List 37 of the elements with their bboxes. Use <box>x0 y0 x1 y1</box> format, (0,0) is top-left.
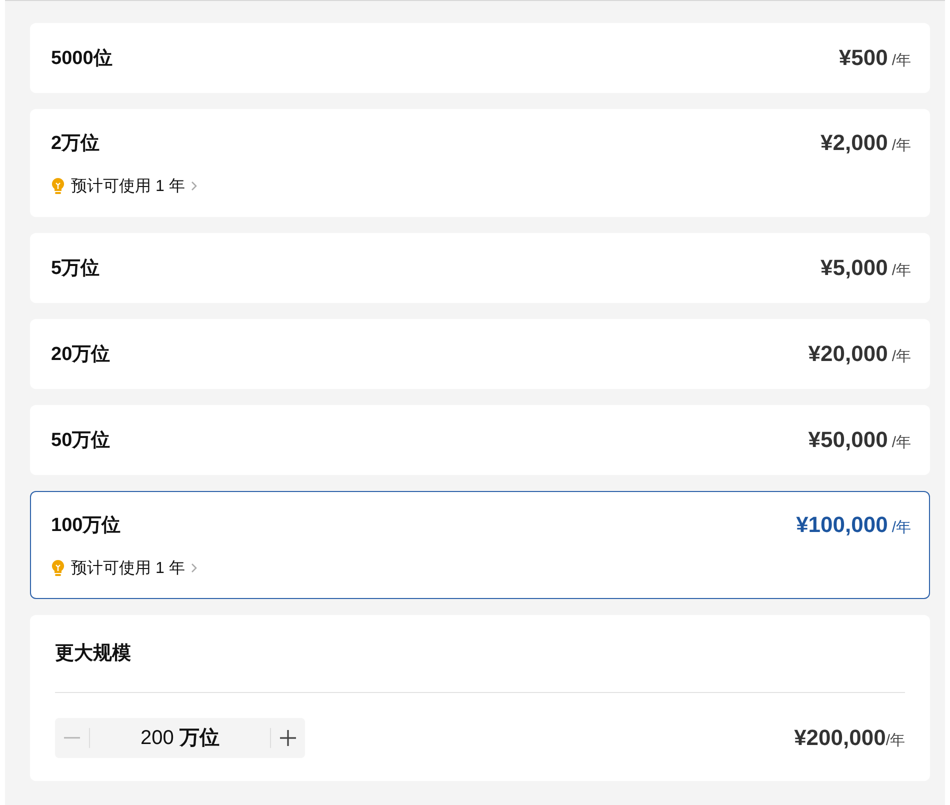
minus-icon <box>64 737 80 739</box>
plan-card[interactable]: 5000位 ¥500 /年 <box>30 23 930 93</box>
plan-card[interactable]: 100万位 ¥100,000 /年 预计可使用 1 年 <box>30 491 930 599</box>
plan-price: ¥50,000 <box>808 427 888 452</box>
custom-title: 更大规模 <box>55 642 132 666</box>
plan-card[interactable]: 50万位 ¥50,000 /年 <box>30 405 930 475</box>
plan-card[interactable]: 5万位 ¥5,000 /年 <box>30 233 930 303</box>
plan-price: ¥100,000 <box>796 512 888 536</box>
plan-price: ¥500 <box>838 45 888 70</box>
quantity-value[interactable]: 200 <box>140 727 174 749</box>
plan-name: 100万位 <box>51 514 121 538</box>
plan-card[interactable]: 2万位 ¥2,000 /年 预计可使用 1 年 <box>30 109 930 217</box>
chevron-right-icon <box>190 563 197 573</box>
quantity-unit: 万位 <box>179 727 220 749</box>
plan-name: 20万位 <box>51 343 110 367</box>
plan-price: ¥2,000 <box>820 130 888 154</box>
plan-name: 50万位 <box>51 429 110 453</box>
lightbulb-icon <box>51 177 65 195</box>
price-unit: /年 <box>892 52 911 69</box>
price-unit: /年 <box>892 434 911 451</box>
price-unit: /年 <box>886 732 905 749</box>
plan-name: 5万位 <box>51 257 100 281</box>
hint-link[interactable]: 预计可使用 1 年 <box>71 558 185 578</box>
custom-price: ¥200,000 <box>794 725 886 750</box>
plan-price: ¥20,000 <box>808 341 888 366</box>
lightbulb-icon <box>51 559 65 577</box>
price-unit: /年 <box>892 348 911 365</box>
hint-link[interactable]: 预计可使用 1 年 <box>71 176 185 196</box>
plan-name: 5000位 <box>51 47 112 71</box>
price-unit: /年 <box>892 136 911 154</box>
plan-name: 2万位 <box>51 132 100 156</box>
price-unit: /年 <box>892 262 911 279</box>
plan-card[interactable]: 20万位 ¥20,000 /年 <box>30 319 930 389</box>
plus-icon <box>280 730 296 746</box>
price-unit: /年 <box>892 518 911 536</box>
plan-price: ¥5,000 <box>820 255 888 280</box>
chevron-right-icon <box>190 181 197 191</box>
